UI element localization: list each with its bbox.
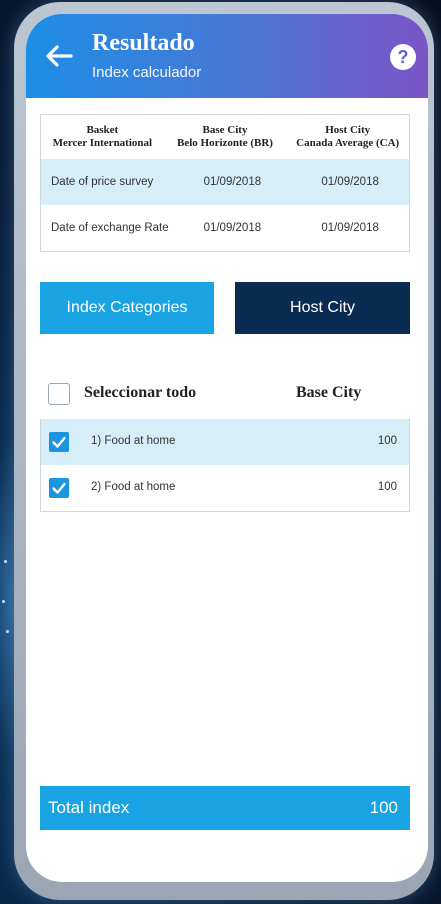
select-all-checkbox[interactable] bbox=[48, 383, 70, 405]
category-list: 1) Food at home 100 2) Food at home 100 bbox=[40, 419, 410, 512]
list-item[interactable]: 1) Food at home 100 bbox=[41, 419, 409, 465]
question-circle-icon[interactable]: ? bbox=[390, 44, 416, 70]
item-checkbox[interactable] bbox=[49, 478, 69, 498]
column-header-line: Mercer International bbox=[52, 137, 153, 149]
host-date: 01/09/2018 bbox=[321, 176, 379, 188]
list-item[interactable]: 2) Food at home 100 bbox=[41, 465, 409, 511]
page-subtitle: Index calculador bbox=[92, 64, 202, 81]
background-light-dot bbox=[4, 560, 7, 563]
row-label: Date of exchange Rate bbox=[51, 222, 169, 234]
base-city-column-label: Base City bbox=[296, 384, 362, 401]
column-header-line: Base City bbox=[202, 124, 248, 136]
background-light-dot bbox=[2, 600, 5, 603]
column-header-line: Basket bbox=[86, 124, 119, 136]
tab-host-city[interactable]: Host City bbox=[235, 282, 410, 334]
base-date: 01/09/2018 bbox=[203, 176, 262, 188]
info-table: Basket Mercer International Base City Be… bbox=[40, 114, 410, 252]
column-header-base-city: Base City Belo Horizonte (BR) bbox=[164, 124, 287, 150]
total-index-label: Total index bbox=[48, 798, 130, 817]
column-header-line: Canada Average (CA) bbox=[296, 137, 400, 149]
row-label: Date of price survey bbox=[51, 176, 154, 188]
column-header-host-city: Host City Canada Average (CA) bbox=[286, 124, 409, 150]
host-date: 01/09/2018 bbox=[321, 222, 379, 234]
select-all-label: Seleccionar todo bbox=[84, 384, 197, 401]
item-checkbox[interactable] bbox=[49, 432, 69, 452]
checkmark-icon bbox=[52, 436, 66, 448]
table-row: Date of price survey 01/09/2018 01/09/20… bbox=[41, 159, 409, 205]
item-label: 2) Food at home bbox=[91, 481, 176, 493]
background-light-dot bbox=[6, 630, 9, 633]
arrow-left-icon[interactable] bbox=[44, 44, 74, 68]
column-header-basket: Basket Mercer International bbox=[41, 124, 164, 150]
info-table-header: Basket Mercer International Base City Be… bbox=[41, 115, 409, 159]
total-index-value: 100 bbox=[369, 798, 398, 817]
selection-header: Seleccionar todo Base City bbox=[40, 378, 410, 418]
page-title: Resultado bbox=[92, 30, 195, 56]
tab-index-categories[interactable]: Index Categories bbox=[40, 282, 214, 334]
column-header-line: Host City bbox=[325, 124, 371, 136]
phone-screen: Resultado Index calculador ? Basket Merc… bbox=[26, 14, 428, 882]
item-value: 100 bbox=[377, 481, 397, 493]
column-header-line: Belo Horizonte (BR) bbox=[177, 137, 273, 149]
item-value: 100 bbox=[377, 435, 397, 447]
app-header: Resultado Index calculador ? bbox=[26, 14, 428, 98]
table-row: Date of exchange Rate 01/09/2018 01/09/2… bbox=[41, 205, 409, 251]
total-index-bar: Total index 100 bbox=[40, 786, 410, 830]
checkmark-icon bbox=[52, 482, 66, 494]
base-date: 01/09/2018 bbox=[203, 222, 262, 234]
item-label: 1) Food at home bbox=[91, 435, 176, 447]
